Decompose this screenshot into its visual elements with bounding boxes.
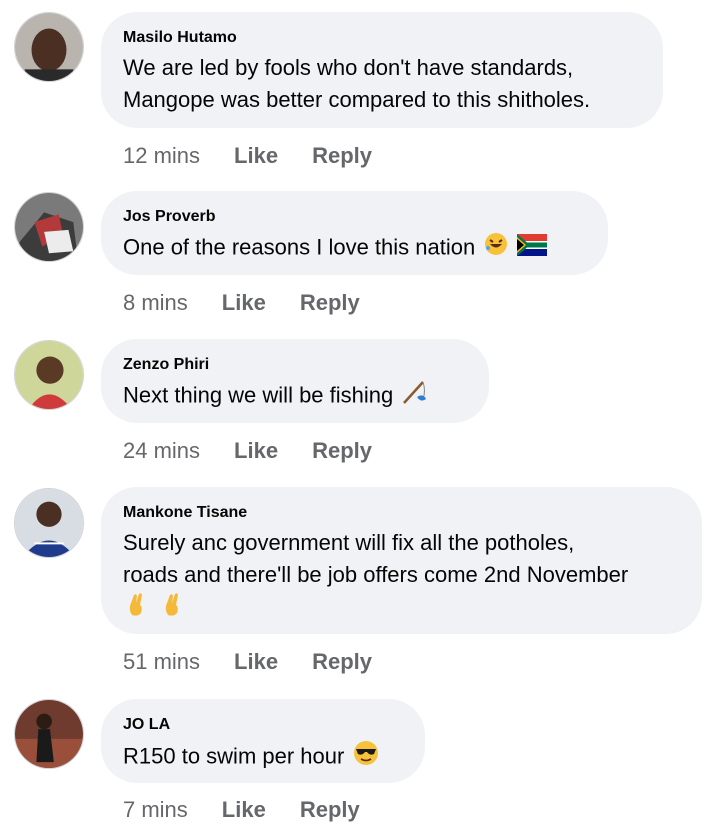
comment-time[interactable]: 51 mins [123,648,200,676]
comment-text: Surely anc government will fix all the p… [123,530,629,587]
like-button[interactable]: Like [222,289,266,317]
like-button[interactable]: Like [234,437,278,465]
crossed-fingers-icon [125,591,149,622]
comment-time[interactable]: 24 mins [123,437,200,465]
comment-bubble: Masilo Hutamo We are led by fools who do… [101,12,663,128]
avatar[interactable] [14,488,84,558]
comment-text-content: Next thing we will be fishing [123,382,394,408]
like-button[interactable]: Like [222,796,266,824]
comment-text-content: One of the reasons I love this nation [123,234,476,260]
comment-bubble: Zenzo Phiri Next thing we will be fishin… [101,339,489,423]
comment-meta: 12 mins Like Reply [123,142,406,170]
avatar[interactable] [14,340,84,410]
comment-bubble: Jos Proverb One of the reasons I love th… [101,191,608,275]
sunglasses-emoji-icon [352,739,380,776]
comment-author[interactable]: JO LA [123,715,401,735]
comment-time[interactable]: 8 mins [123,289,188,317]
comment-text: One of the reasons I love this nation [123,231,584,266]
comment-meta: 7 mins Like Reply [123,796,394,824]
avatar[interactable] [14,192,84,262]
avatar[interactable] [14,699,84,769]
comment-text: Next thing we will be fishing [123,379,465,414]
reply-button[interactable]: Reply [312,648,372,676]
like-button[interactable]: Like [234,648,278,676]
comment-meta: 51 mins Like Reply [123,648,406,676]
comment-meta: 8 mins Like Reply [123,289,394,317]
comment-meta: 24 mins Like Reply [123,437,406,465]
fishing-pole-icon [401,379,427,414]
like-button[interactable]: Like [234,142,278,170]
avatar[interactable] [14,12,84,82]
reply-button[interactable]: Reply [312,437,372,465]
reply-button[interactable]: Reply [312,142,372,170]
comment-bubble: JO LA R150 to swim per hour [101,699,425,783]
comment-time[interactable]: 12 mins [123,142,200,170]
rofl-emoji-icon [483,231,509,266]
comment-time[interactable]: 7 mins [123,796,188,824]
comment-author[interactable]: Jos Proverb [123,207,584,227]
comment-text-content: R150 to swim per hour [123,743,345,769]
crossed-fingers-icon [161,591,185,622]
comment-author[interactable]: Zenzo Phiri [123,355,465,375]
comment-text: R150 to swim per hour [123,739,401,776]
comment-bubble: Mankone Tisane Surely anc government wil… [101,487,702,634]
comment-author[interactable]: Mankone Tisane [123,503,678,523]
comment-text: We are led by fools who don't have stand… [123,55,591,112]
reply-button[interactable]: Reply [300,796,360,824]
south-africa-flag-icon [517,233,548,265]
reply-button[interactable]: Reply [300,289,360,317]
comment-emojis [123,591,678,621]
comment-author[interactable]: Masilo Hutamo [123,28,639,48]
